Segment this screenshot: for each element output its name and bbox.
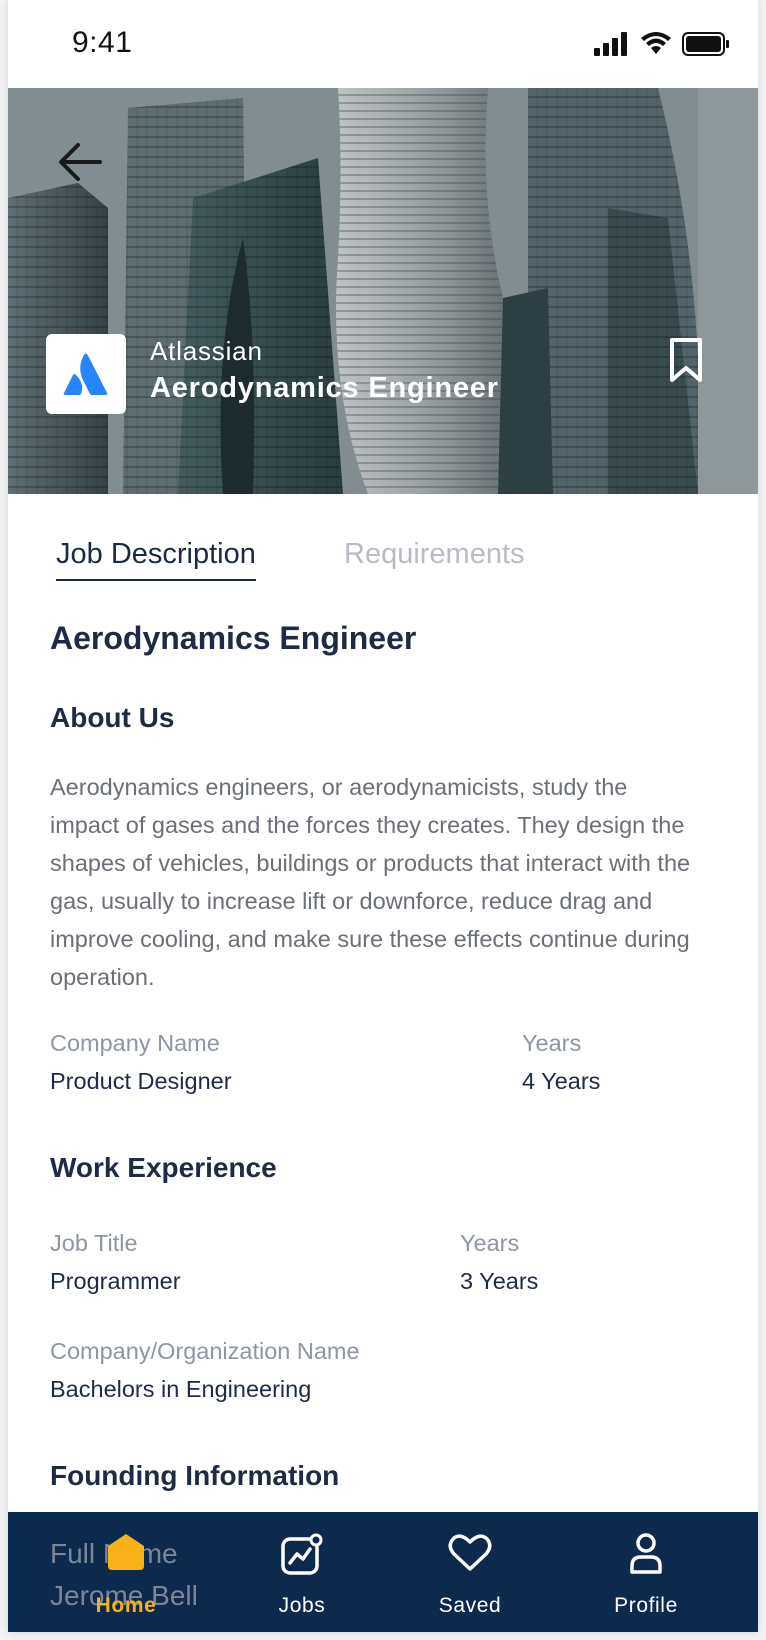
- battery-icon: [682, 32, 729, 56]
- bookmark-button[interactable]: [666, 336, 706, 386]
- nav-saved[interactable]: Saved: [400, 1512, 540, 1632]
- nav-jobs-label: Jobs: [278, 1594, 326, 1617]
- work-years-value: 3 Years: [460, 1268, 539, 1294]
- heart-icon: [448, 1534, 492, 1571]
- nav-profile[interactable]: Profile: [576, 1512, 716, 1632]
- tab-requirements[interactable]: Requirements: [344, 538, 525, 571]
- organization-label: Company/Organization Name: [50, 1338, 360, 1364]
- about-line: Aerodynamics engineers, or aerodynamicis…: [50, 774, 628, 800]
- nav-home-label: Home: [95, 1594, 157, 1617]
- work-years-label: Years: [460, 1230, 520, 1256]
- atlassian-logo-icon: [63, 353, 108, 395]
- app-screen: 9:41 Atlassian Aerodynamics Engineer Job…: [8, 0, 758, 1632]
- years-value: 4 Years: [522, 1068, 601, 1094]
- hero-banner: Atlassian Aerodynamics Engineer: [8, 88, 758, 494]
- about-line: gas, usually to increase lift or downfor…: [50, 888, 653, 914]
- arrow-left-icon: [59, 143, 102, 181]
- user-icon: [630, 1533, 662, 1574]
- jobs-chart-icon: [281, 1533, 323, 1575]
- company-name-value: Product Designer: [50, 1068, 232, 1094]
- about-line: impact of gases and the forces they crea…: [50, 812, 685, 838]
- signal-icon: [594, 32, 627, 56]
- bookmark-icon: [670, 338, 702, 382]
- skyscrapers-image: [8, 88, 758, 494]
- tab-job-description[interactable]: Job Description: [56, 538, 256, 581]
- nav-saved-label: Saved: [438, 1594, 502, 1617]
- company-name: Atlassian: [150, 336, 263, 366]
- about-line: improve cooling, and make sure these eff…: [50, 926, 690, 952]
- status-icons: [594, 32, 730, 56]
- job-title-value: Programmer: [50, 1268, 181, 1294]
- about-paragraph: Aerodynamics engineers, or aerodynamicis…: [50, 768, 720, 996]
- about-heading: About Us: [50, 702, 175, 733]
- nav-profile-label: Profile: [614, 1594, 678, 1617]
- nav-home[interactable]: Home: [56, 1512, 196, 1632]
- job-title-label: Job Title: [50, 1230, 138, 1256]
- status-time: 9:41: [72, 26, 133, 59]
- status-bar: 9:41: [8, 0, 758, 88]
- company-logo: [46, 334, 126, 414]
- company-name-label: Company Name: [50, 1030, 220, 1056]
- hero-job-title: Aerodynamics Engineer: [150, 372, 499, 404]
- tab-bar: Job Description Requirements: [56, 538, 716, 588]
- wifi-icon: [641, 32, 671, 54]
- home-icon: [108, 1534, 144, 1570]
- founding-information-heading: Founding Information: [50, 1460, 340, 1491]
- work-experience-heading: Work Experience: [50, 1152, 277, 1183]
- nav-jobs[interactable]: Jobs: [232, 1512, 372, 1632]
- about-line: shapes of vehicles, buildings or product…: [50, 850, 691, 876]
- years-label: Years: [522, 1030, 582, 1056]
- organization-value: Bachelors in Engineering: [50, 1376, 312, 1402]
- about-line: operation.: [50, 964, 155, 990]
- back-button[interactable]: [48, 130, 112, 194]
- section-title: Aerodynamics Engineer: [50, 620, 417, 656]
- bottom-navigation: Full Name Jerome Bell Home Jobs Saved: [8, 1512, 758, 1632]
